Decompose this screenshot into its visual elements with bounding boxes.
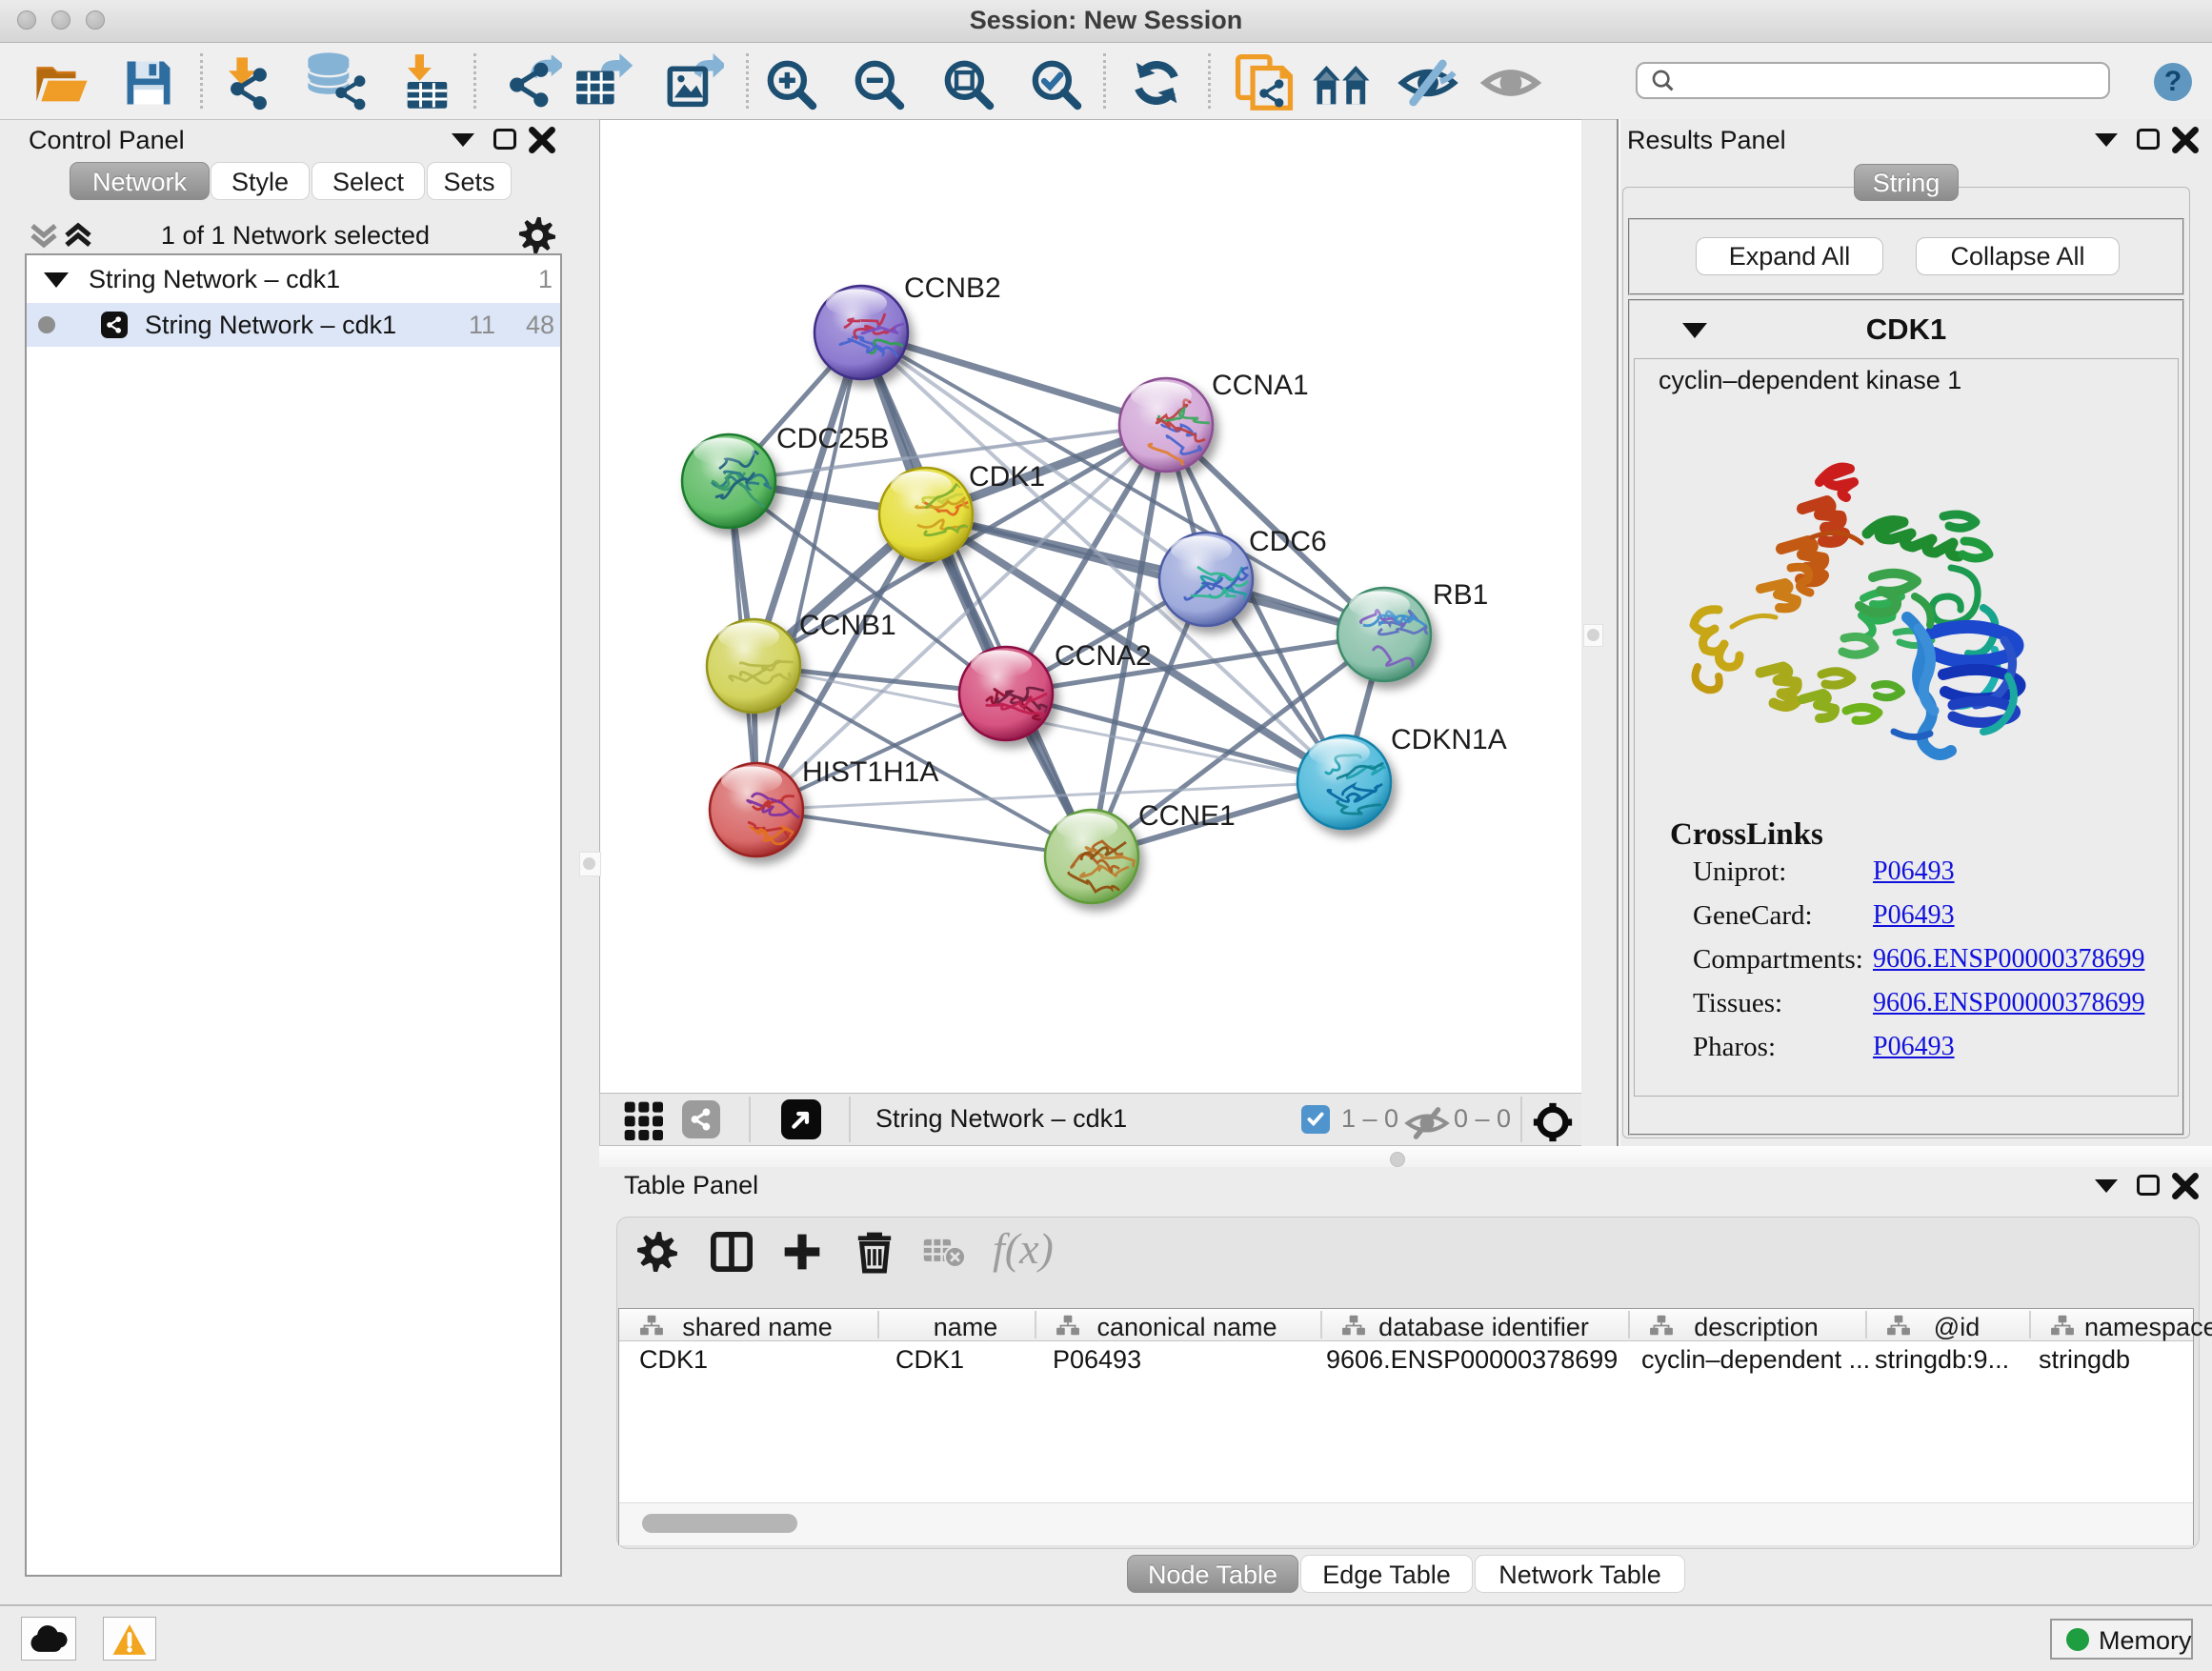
svg-text:CCNB1: CCNB1: [799, 610, 896, 641]
svg-text:HIST1H1A: HIST1H1A: [802, 756, 938, 788]
svg-text:CCNA2: CCNA2: [1055, 640, 1152, 672]
svg-text:CDC6: CDC6: [1249, 526, 1327, 557]
svg-text:CCNE1: CCNE1: [1138, 800, 1236, 832]
svg-text:CDKN1A: CDKN1A: [1391, 724, 1507, 755]
svg-text:CDK1: CDK1: [969, 461, 1045, 493]
svg-text:CCNB2: CCNB2: [904, 272, 1001, 304]
svg-text:CDC25B: CDC25B: [776, 423, 889, 454]
svg-text:RB1: RB1: [1433, 579, 1488, 611]
svg-text:CCNA1: CCNA1: [1212, 370, 1309, 401]
